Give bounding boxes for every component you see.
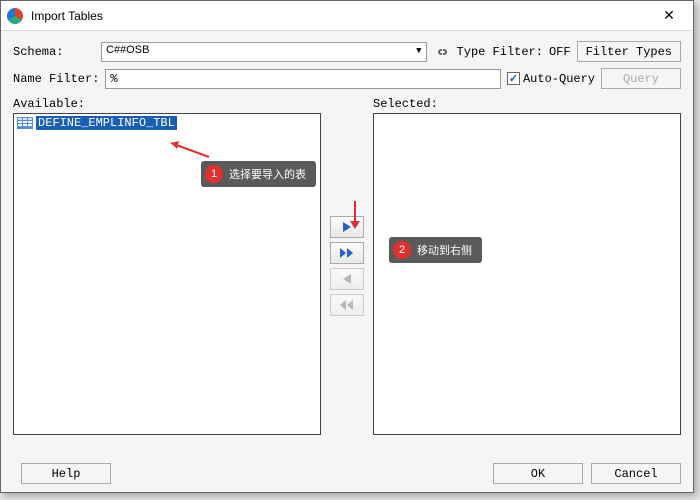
schema-value: C##OSB [106, 44, 149, 56]
type-filter-value: OFF [549, 45, 571, 59]
name-filter-input[interactable] [105, 69, 501, 89]
schema-select[interactable]: C##OSB [101, 42, 427, 62]
dialog-body: Schema: C##OSB Type Filter: OFF Filter T… [1, 31, 693, 445]
type-filter-label: Type Filter: [457, 45, 543, 59]
check-icon: ✓ [507, 72, 520, 85]
annotation-badge: 2 [393, 241, 411, 259]
list-item[interactable]: DEFINE_EMPLINFO_TBL [15, 115, 319, 131]
help-button[interactable]: Help [21, 463, 111, 484]
annotation-badge: 1 [205, 165, 223, 183]
name-filter-row: Name Filter: ✓ Auto-Query Query [13, 68, 681, 89]
close-button[interactable]: ✕ [651, 2, 687, 30]
schema-label: Schema: [13, 45, 95, 59]
table-icon [17, 117, 33, 129]
selected-label: Selected: [373, 97, 681, 111]
available-label: Available: [13, 97, 321, 111]
name-filter-label: Name Filter: [13, 72, 99, 86]
import-tables-dialog: Import Tables ✕ Schema: C##OSB Type Filt… [0, 0, 694, 493]
transfer-buttons [327, 97, 367, 435]
cancel-button[interactable]: Cancel [591, 463, 681, 484]
annotation-text: 移动到右侧 [417, 242, 472, 258]
selected-list[interactable] [373, 113, 681, 435]
annotation-text: 选择要导入的表 [229, 166, 306, 182]
transfer-panels: Available: DEFINE_EMPLINFO_TBL [13, 97, 681, 435]
schema-row: Schema: C##OSB Type Filter: OFF Filter T… [13, 41, 681, 62]
move-all-left-button[interactable] [330, 294, 364, 316]
query-button[interactable]: Query [601, 68, 681, 89]
arrow-2-icon [345, 199, 365, 235]
auto-query-label: Auto-Query [523, 72, 595, 86]
annotation-2: 2 移动到右侧 [389, 237, 482, 263]
app-icon [7, 8, 23, 24]
link-icon[interactable] [433, 43, 451, 61]
selected-panel: Selected: [373, 97, 681, 435]
auto-query-checkbox[interactable]: ✓ Auto-Query [507, 72, 595, 86]
dialog-footer: Help OK Cancel [13, 463, 681, 484]
move-left-button[interactable] [330, 268, 364, 290]
filter-types-button[interactable]: Filter Types [577, 41, 681, 62]
titlebar: Import Tables ✕ [1, 1, 693, 31]
move-all-right-button[interactable] [330, 242, 364, 264]
item-text: DEFINE_EMPLINFO_TBL [36, 116, 177, 130]
ok-button[interactable]: OK [493, 463, 583, 484]
window-title: Import Tables [31, 9, 651, 23]
annotation-1: 1 选择要导入的表 [201, 161, 316, 187]
